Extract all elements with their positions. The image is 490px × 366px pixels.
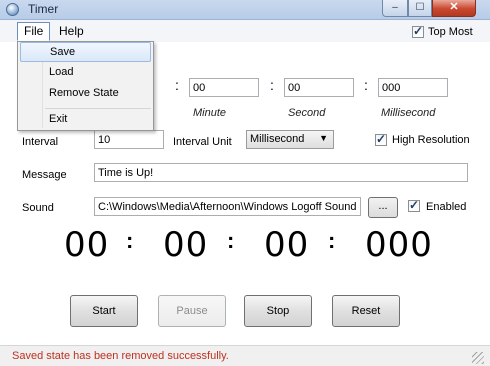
checkmark-icon: ✓ [409, 198, 420, 212]
status-bar: Saved state has been removed successfull… [0, 345, 490, 366]
menu-separator [45, 108, 151, 109]
menu-item-load[interactable]: Load [20, 63, 151, 83]
second-input[interactable] [284, 78, 354, 97]
pause-button[interactable]: Pause [158, 295, 226, 327]
interval-unit-label: Interval Unit [173, 136, 232, 148]
menu-help[interactable]: Help [52, 22, 91, 40]
menu-item-save[interactable]: Save [20, 42, 151, 62]
display-milliseconds: 000 [365, 225, 433, 265]
window-title: Timer [28, 2, 59, 16]
maximize-button[interactable]: ☐ [408, 0, 432, 17]
app-icon [6, 3, 19, 16]
sound-path-input[interactable] [94, 197, 361, 216]
separator-colon: : [175, 77, 179, 93]
minimize-button[interactable]: – [382, 0, 408, 17]
stop-button[interactable]: Stop [244, 295, 312, 327]
display-hours: 00 [64, 225, 110, 265]
display-seconds: 00 [264, 225, 310, 265]
display-minutes: 00 [163, 225, 209, 265]
separator-colon: : [270, 77, 274, 93]
menu-item-remove-state[interactable]: Remove State [20, 84, 151, 104]
minute-label: Minute [193, 107, 227, 119]
chevron-down-icon: ▼ [319, 133, 328, 143]
checkmark-icon: ✓ [413, 24, 424, 38]
title-bar: Timer – ☐ ✕ [0, 0, 490, 20]
enabled-checkbox[interactable]: ✓ [408, 198, 420, 212]
reset-button[interactable]: Reset [332, 295, 400, 327]
display-colon: : [126, 228, 134, 253]
separator-colon: : [364, 77, 368, 93]
file-menu-dropdown: Save Load Remove State Exit [17, 41, 154, 131]
millisecond-label: Millisecond [381, 107, 436, 119]
display-colon: : [328, 228, 336, 253]
message-label: Message [22, 169, 67, 181]
sound-label: Sound [22, 202, 54, 214]
topmost-label: Top Most [428, 26, 473, 38]
display-colon: : [227, 228, 235, 253]
resize-grip-icon[interactable] [472, 352, 484, 364]
interval-label: Interval [22, 136, 59, 148]
enabled-label: Enabled [426, 201, 467, 213]
start-button[interactable]: Start [70, 295, 138, 327]
high-resolution-label: High Resolution [392, 134, 470, 146]
menu-item-exit[interactable]: Exit [20, 110, 151, 130]
browse-button[interactable]: ... [368, 197, 398, 218]
menu-file[interactable]: File [17, 22, 51, 41]
minute-input[interactable] [189, 78, 259, 97]
topmost-check-box[interactable]: ✓ [412, 24, 424, 38]
interval-unit-select[interactable]: Millisecond ▼ [246, 130, 334, 149]
close-button[interactable]: ✕ [432, 0, 476, 17]
topmost-checkbox[interactable]: ✓ Top Most [412, 24, 473, 38]
millisecond-input[interactable] [378, 78, 448, 97]
high-resolution-checkbox[interactable]: ✓ [375, 132, 387, 146]
interval-unit-value: Millisecond [250, 133, 305, 145]
interval-input[interactable] [94, 130, 164, 149]
message-input[interactable] [94, 163, 468, 182]
second-label: Second [288, 107, 326, 119]
checkmark-icon: ✓ [376, 132, 387, 146]
status-message: Saved state has been removed successfull… [12, 350, 229, 362]
